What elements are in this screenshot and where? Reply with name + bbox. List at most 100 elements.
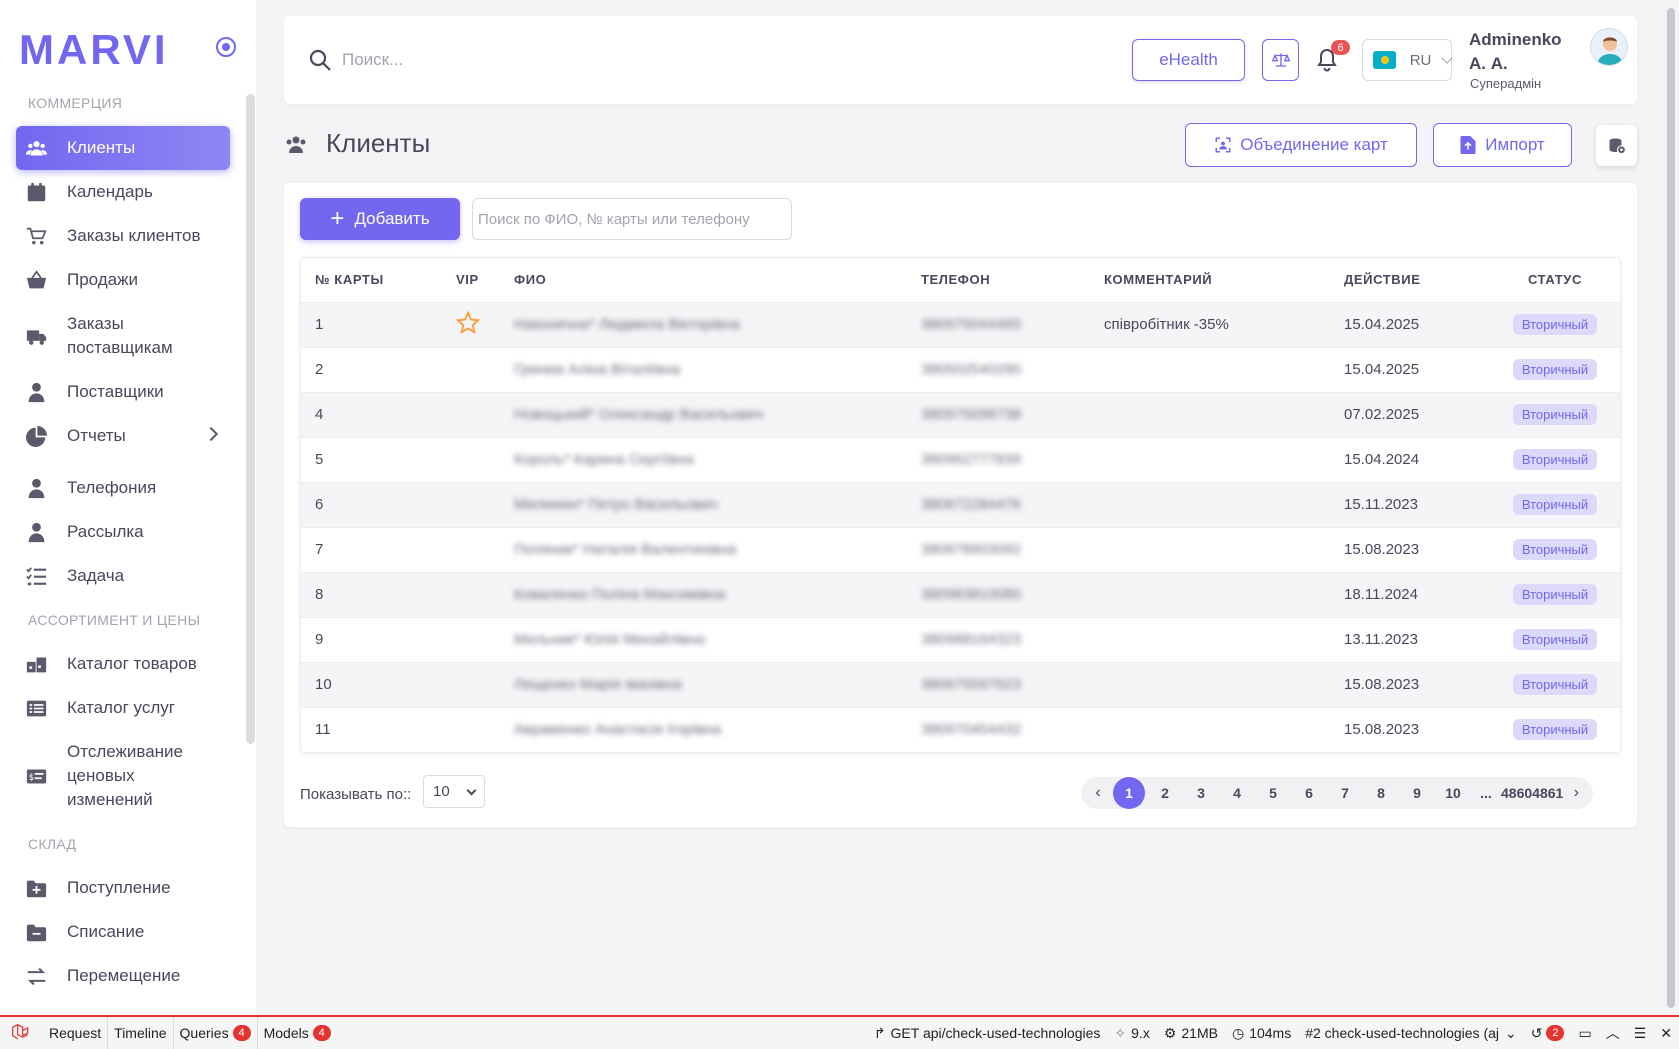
basket-icon [25,269,47,291]
page-scrollbar[interactable] [1663,0,1679,1015]
debug-request-select[interactable]: #2 check-used-technologies (aj ⌄ [1305,1025,1517,1042]
debug-tab-request[interactable]: Request [43,1017,109,1049]
page-button-9[interactable]: 9 [1399,777,1435,809]
table-row[interactable]: 2 Гринюк Аліна Віталіївна 380502540290 1… [301,347,1620,393]
table-row[interactable]: 4 Новоцький* Олександр Васильович 380975… [301,392,1620,438]
page-button-6[interactable]: 6 [1291,777,1327,809]
table-row[interactable]: 5 Король* Карина Сергіївна 380962777839 … [301,437,1620,483]
prev-page-button[interactable]: ‹ [1085,777,1111,809]
page-button-4860[interactable]: 4860 [1501,777,1532,809]
sidebar-item-calendar[interactable]: Календарь [16,179,230,205]
sidebar-item-label: Задача [67,566,125,585]
menu-header-warehouse: Склад [28,836,77,852]
table-row[interactable]: 10 Лещенко Марія Іванівна 380675597623 1… [301,662,1620,708]
sidebar-item-service-catalog[interactable]: Каталог услуг [16,695,230,721]
col-status[interactable]: Статус [1490,258,1620,303]
sidebar-item-tasks[interactable]: Задача [16,563,230,589]
user-name[interactable]: Adminenko А. А. [1469,28,1579,76]
sidebar-item-price-tracking[interactable]: $ Отслеживание ценовых изменений [16,739,230,813]
vip-cell [442,482,500,528]
debug-tab-models[interactable]: Models 4 [258,1017,337,1049]
name-cell: Коваленко Поліна Максимівна [500,572,907,618]
vip-cell [442,437,500,483]
sidebar-item-clients[interactable]: Клиенты [16,126,230,170]
col-phone[interactable]: Телефон [907,258,1090,303]
sidebar-toggle-icon[interactable] [216,37,236,57]
page-button-4861[interactable]: 4861 [1532,777,1563,809]
svg-text:$: $ [28,773,34,783]
sidebar-item-supplier-orders[interactable]: Заказы поставщикам [16,311,230,361]
col-name[interactable]: ФИО [500,258,907,303]
sidebar-item-write-off[interactable]: Списание [16,919,230,945]
ehealth-button[interactable]: eHealth [1132,39,1245,81]
clients-card: + Добавить № карты VIP ФИО Телефон Комме… [284,183,1637,827]
sidebar-scrollbar[interactable] [246,94,255,744]
folder-open-icon[interactable]: ▭ [1578,1025,1591,1042]
col-comment[interactable]: Комментарий [1090,258,1330,303]
page-button-5[interactable]: 5 [1255,777,1291,809]
users-icon [25,137,47,159]
status-cell: Вторичный [1490,482,1620,528]
avatar[interactable] [1590,28,1628,66]
debug-tab-timeline[interactable]: Timeline [108,1017,174,1049]
table-row[interactable]: 8 Коваленко Поліна Максимівна 3809838100… [301,572,1620,618]
page-button-10[interactable]: 10 [1435,777,1471,809]
table-row[interactable]: 11 Авраменко Анастасія Ігорівна 38097045… [301,707,1620,752]
page-button-4[interactable]: 4 [1219,777,1255,809]
sidebar-item-sales[interactable]: Продажи [16,267,230,293]
sidebar-item-client-orders[interactable]: Заказы клиентов [16,223,230,249]
sidebar-item-label: Календарь [67,182,153,201]
language-select[interactable]: RU [1362,39,1453,81]
date-cell: 15.04.2024 [1330,437,1490,483]
table-row[interactable]: 6 Милюкин* Петро Васильович 380672284476… [301,482,1620,528]
page-button-3[interactable]: 3 [1183,777,1219,809]
sidebar-item-transfer[interactable]: Перемещение [16,963,230,989]
status-cell: Вторичный [1490,707,1620,752]
next-page-button[interactable]: › [1563,777,1589,809]
star-icon[interactable] [455,310,481,335]
date-cell: 18.11.2024 [1330,572,1490,618]
sidebar-item-mailing[interactable]: Рассылка [16,519,230,545]
page-button-1[interactable]: 1 [1113,777,1145,809]
status-badge: Вторичный [1512,404,1598,425]
debug-history[interactable]: ↺ 2 [1531,1025,1565,1042]
merge-cards-button[interactable]: Объединение карт [1185,123,1417,167]
table-row[interactable]: 7 Поляник* Наталія Валентинівна 38067890… [301,527,1620,573]
laravel-icon[interactable] [11,1023,31,1043]
debug-version-label: 9.x [1131,1025,1150,1041]
sidebar-item-label: Продажи [67,270,138,289]
chevron-up-icon[interactable]: ︿ [1606,1023,1620,1043]
debug-tab-queries[interactable]: Queries 4 [174,1017,258,1049]
col-vip[interactable]: VIP [442,258,500,303]
page-button-2[interactable]: 2 [1147,777,1183,809]
debug-request[interactable]: ↱ GET api/check-used-technologies [874,1025,1101,1042]
client-filter-input[interactable] [472,198,792,240]
global-search-input[interactable] [342,46,842,74]
date-cell: 15.08.2023 [1344,721,1420,739]
database-button[interactable] [1596,125,1637,166]
add-client-button[interactable]: + Добавить [300,198,460,240]
page-size-select[interactable]: 10 [423,775,485,808]
status-cell: Вторичный [1490,392,1620,438]
table-row[interactable]: 1 Наконечна* Людмила Вікторівна 38097504… [301,302,1620,348]
col-card-number[interactable]: № карты [301,258,442,303]
col-action[interactable]: Действие [1330,258,1490,303]
scale-button[interactable] [1262,39,1299,81]
debug-request-label: GET api/check-used-technologies [890,1025,1101,1041]
sidebar-item-reports[interactable]: Отчеты [16,423,230,449]
page-button-7[interactable]: 7 [1327,777,1363,809]
name-cell: Авраменко Анастасія Ігорівна [514,721,722,739]
close-icon[interactable]: ✕ [1660,1025,1672,1042]
sidebar-item-product-catalog[interactable]: Каталог товаров [16,651,230,677]
vip-cell [442,392,500,438]
models-badge: 4 [312,1025,331,1041]
settings-sliders-icon[interactable]: ☰ [1634,1025,1647,1042]
sidebar-item-label: Заказы поставщикам [67,314,173,357]
sidebar-item-receipt[interactable]: Поступление [16,875,230,901]
table-row[interactable]: 9 Мельник* Юлія Михайлівна 380988164323 … [301,617,1620,663]
page-button-8[interactable]: 8 [1363,777,1399,809]
sidebar-item-suppliers[interactable]: Поставщики [16,379,230,405]
sidebar-item-telephony[interactable]: Телефония [16,475,230,501]
pagination: ‹ 1 2 3 4 5 6 7 8 9 10 ... 4860 4861 › [1081,777,1594,809]
import-button[interactable]: Импорт [1433,123,1572,167]
